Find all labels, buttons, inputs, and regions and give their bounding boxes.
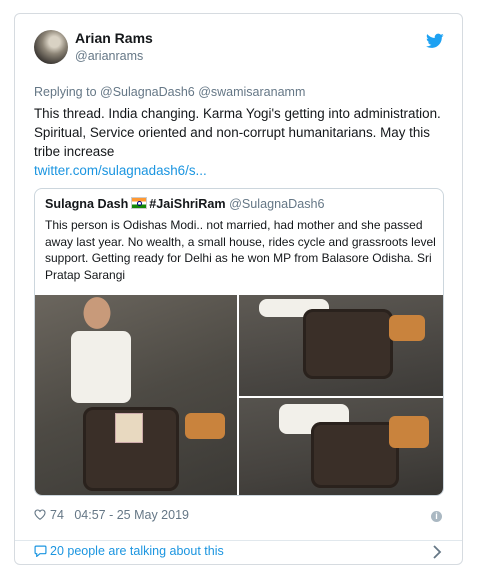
quoted-name: Sulagna Dash [45, 197, 129, 211]
twitter-bird-icon[interactable] [426, 33, 444, 49]
tweet-meta: 74 04:57 - 25 May 2019 [34, 508, 189, 522]
quoted-photo-1[interactable] [35, 295, 237, 495]
reply-prefix: Replying to [34, 85, 97, 99]
quoted-tweet[interactable]: Sulagna Dash #JaiShriRam @SulagnaDash6 Th… [34, 188, 444, 496]
quoted-text: This person is Odishas Modi.. not marrie… [45, 218, 436, 282]
reply-context: Replying to @SulagnaDash6 @swamisaranamm [34, 85, 305, 99]
author-name[interactable]: Arian Rams [75, 30, 153, 46]
avatar[interactable] [34, 30, 68, 64]
photo-cloth [185, 413, 225, 439]
author-handle[interactable]: @arianrams [75, 49, 143, 63]
quoted-hashtag: #JaiShriRam [149, 197, 226, 211]
tweet-card: Arian Rams @arianrams Replying to @Sulag… [14, 13, 463, 565]
heart-icon[interactable] [34, 509, 46, 520]
quoted-handle: @SulagnaDash6 [229, 197, 325, 211]
photo-book [115, 413, 143, 443]
like-count[interactable]: 74 [50, 508, 64, 522]
chevron-right-icon[interactable] [432, 545, 442, 559]
reply-mentions[interactable]: @SulagnaDash6 @swamisaranamm [100, 85, 305, 99]
quoted-photo-2[interactable] [239, 295, 443, 396]
quoted-header: Sulagna Dash #JaiShriRam @SulagnaDash6 [45, 197, 325, 211]
photo-suitcase [311, 422, 399, 488]
photo-cloth [389, 315, 425, 341]
conversation-link[interactable]: 20 people are talking about this [34, 544, 224, 558]
tweet-text: This thread. India changing. Karma Yogi'… [34, 104, 444, 180]
photo-cloth [389, 416, 429, 448]
photo-suitcase [303, 309, 393, 379]
photo-figure [71, 331, 131, 403]
tweet-body: This thread. India changing. Karma Yogi'… [34, 106, 441, 159]
conversation-text: 20 people are talking about this [50, 544, 224, 558]
timestamp[interactable]: 04:57 - 25 May 2019 [74, 508, 189, 522]
divider [15, 540, 462, 541]
tweet-link[interactable]: twitter.com/sulagnadash6/s... [34, 161, 444, 180]
india-flag-icon [131, 197, 148, 209]
info-icon[interactable]: i [431, 511, 442, 522]
quoted-photo-3[interactable] [239, 398, 443, 495]
speech-bubble-icon [34, 545, 47, 557]
